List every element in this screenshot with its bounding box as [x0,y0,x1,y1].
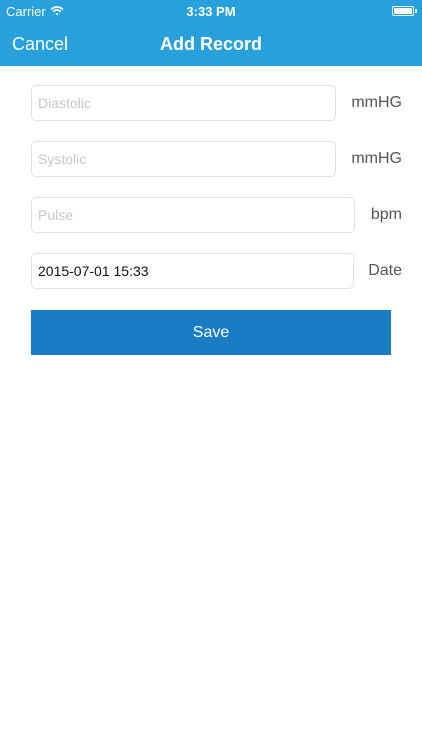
save-button[interactable]: Save [31,310,391,355]
navigation-bar: Cancel Add Record [0,22,422,66]
battery-fill [394,8,412,14]
status-bar: Carrier 3:33 PM [0,0,422,22]
pulse-row: bpm [31,197,402,233]
systolic-unit: mmHG [351,150,402,167]
pulse-input[interactable] [31,197,355,233]
diastolic-row: mmHG [31,85,402,121]
status-time: 3:33 PM [186,4,236,19]
diastolic-input[interactable] [31,85,336,121]
date-unit: Date [368,262,402,279]
diastolic-unit: mmHG [351,94,402,111]
save-label: Save [192,323,230,341]
date-row: Date [31,253,402,289]
date-input[interactable] [31,253,354,289]
top-bar: Carrier 3:33 PM Cancel Add Record [0,0,422,66]
pulse-unit: bpm [370,206,402,223]
systolic-row: mmHG [31,141,402,177]
battery-tip [415,9,417,13]
page-title: Add Record [159,34,262,54]
battery-icon [392,6,417,16]
systolic-input[interactable] [31,141,336,177]
